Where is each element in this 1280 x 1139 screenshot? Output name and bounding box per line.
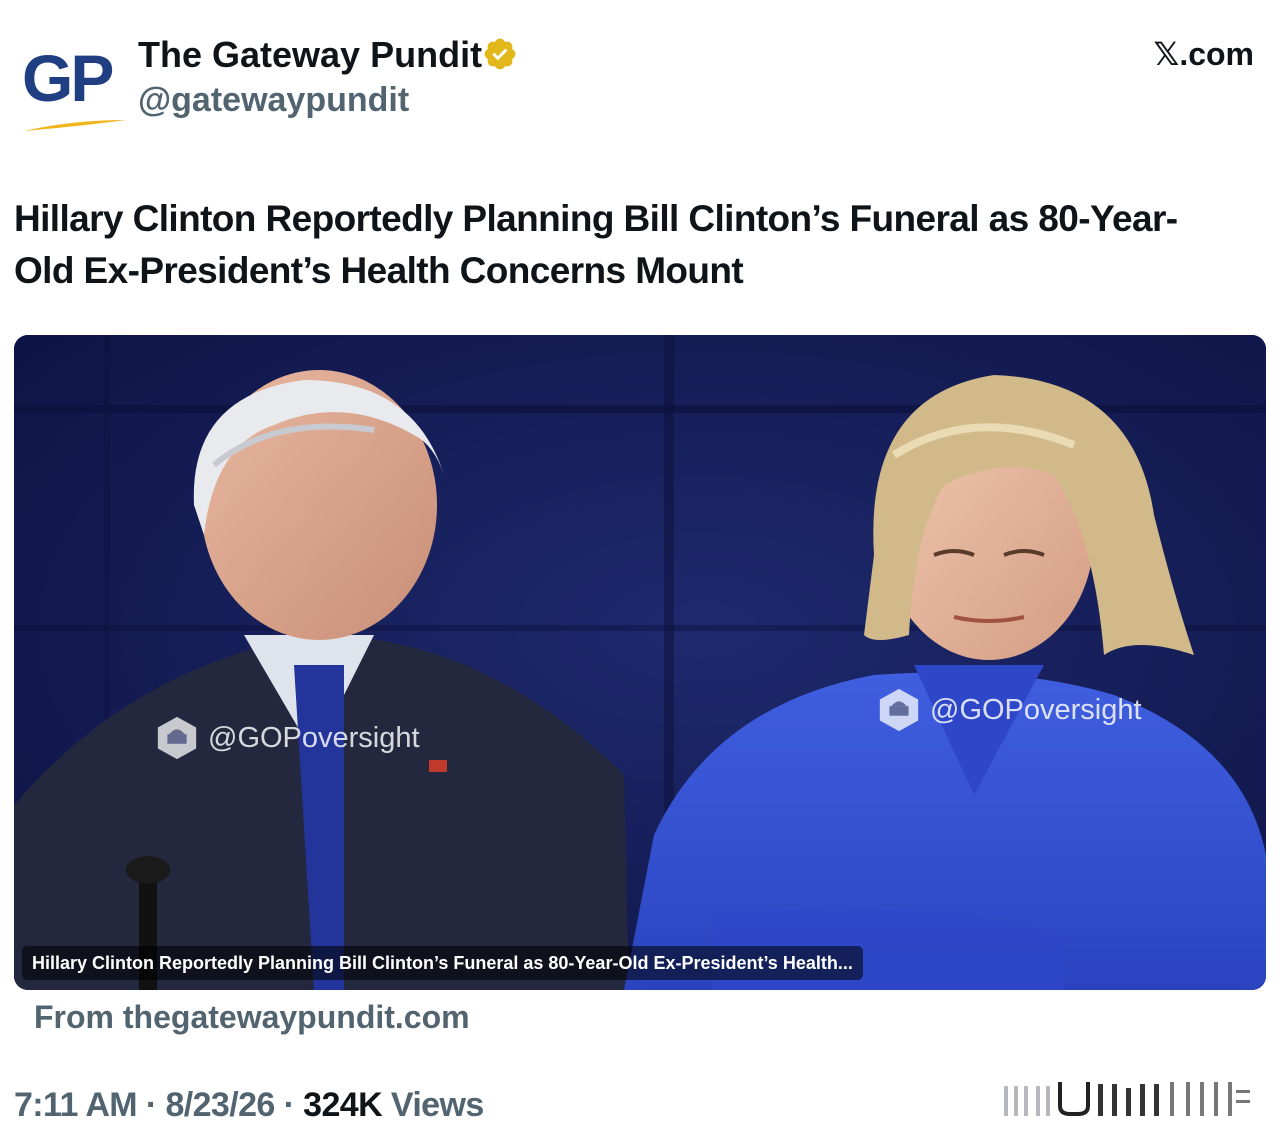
- card-caption: Hillary Clinton Reportedly Planning Bill…: [22, 946, 863, 980]
- post-time[interactable]: 7:11 AM: [14, 1086, 138, 1124]
- watermark-left: @GOPoversight: [154, 715, 420, 761]
- views-label: Views: [382, 1086, 484, 1124]
- author-handle[interactable]: @gatewaypundit: [138, 80, 409, 120]
- watermark-left-text: @GOPoversight: [208, 721, 420, 754]
- author-name[interactable]: The Gateway Pundit: [138, 34, 482, 76]
- gop-seal-icon: [879, 688, 919, 732]
- views-count: 324K: [303, 1086, 383, 1124]
- article-photo: [14, 335, 1266, 990]
- gop-seal-icon: [157, 716, 197, 760]
- post-meta: 7:11 AM · 8/23/26 · 324K Views: [14, 1083, 484, 1127]
- analytics-icon[interactable]: [1000, 1076, 1256, 1126]
- meta-separator: ·: [137, 1086, 166, 1124]
- verified-badge-icon: [484, 38, 516, 70]
- post-headline: Hillary Clinton Reportedly Planning Bill…: [14, 198, 1178, 291]
- meta-separator: ·: [274, 1086, 304, 1124]
- watermark-right: @GOPoversight: [876, 687, 1142, 733]
- brand-label: 𝕏.com: [1153, 36, 1254, 72]
- avatar-logo-text: GP: [22, 41, 114, 115]
- link-card[interactable]: @GOPoversight @GOPoversight Hillary Clin…: [14, 335, 1266, 990]
- watermark-right-text: @GOPoversight: [930, 693, 1142, 726]
- card-source-link[interactable]: From thegatewaypundit.com: [34, 996, 470, 1038]
- logo-swoosh: [24, 120, 126, 131]
- avatar[interactable]: GP: [22, 38, 128, 138]
- post-date[interactable]: 8/23/26: [165, 1086, 275, 1124]
